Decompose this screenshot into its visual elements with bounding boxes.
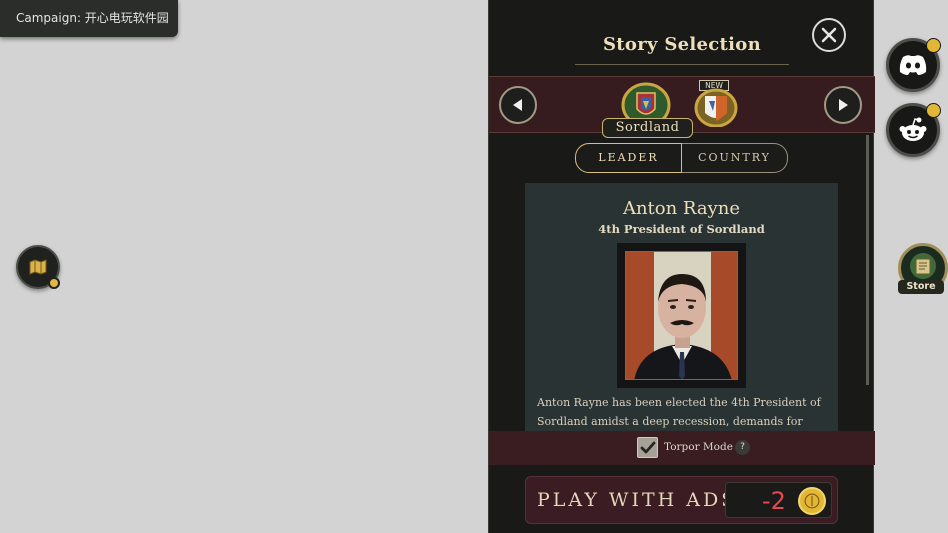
coin-reward-badge: [926, 38, 941, 53]
cost-box: -2: [725, 482, 832, 518]
reddit-button[interactable]: [886, 103, 941, 157]
leader-card: Anton Rayne 4th President of Sordland An…: [525, 183, 838, 433]
map-icon: [29, 259, 47, 275]
prev-country-button[interactable]: [499, 86, 537, 124]
campaign-label: Campaign: 开心电玩软件园: [0, 0, 178, 37]
close-icon: [821, 27, 837, 43]
coin-icon: [798, 487, 826, 515]
help-icon[interactable]: ?: [735, 440, 750, 455]
torpor-mode-label: Torpor Mode: [664, 441, 733, 453]
country-name-label: Sordland: [602, 118, 693, 138]
checkmark-icon: [640, 441, 655, 453]
leader-portrait: [625, 251, 738, 380]
store-label: Store: [898, 280, 944, 294]
discord-icon: [899, 55, 927, 75]
country-emblem-alt[interactable]: [691, 81, 741, 127]
portrait-frame: [617, 243, 746, 388]
story-tabs: LEADER COUNTRY: [575, 143, 788, 173]
story-selection-panel: Story Selection NEW Sordland LEADER COUN…: [488, 0, 875, 533]
coin-reward-badge: [926, 103, 941, 118]
arrow-left-icon: [513, 99, 522, 111]
close-button[interactable]: [812, 18, 846, 52]
arrow-right-icon: [839, 99, 848, 111]
torpor-mode-row: Torpor Mode ?: [489, 431, 875, 465]
title-divider: [575, 64, 789, 65]
play-button-label: PLAY WITH ADS: [537, 489, 738, 511]
map-button[interactable]: [16, 245, 60, 289]
scrollbar[interactable]: [866, 135, 869, 385]
bio-line: Anton Rayne has been elected the 4th Pre…: [537, 396, 821, 409]
leader-name: Anton Rayne: [622, 198, 741, 219]
torpor-mode-checkbox[interactable]: [637, 437, 658, 458]
bio-line: Sordland amidst a deep recession, demand…: [537, 415, 803, 428]
play-with-ads-button[interactable]: PLAY WITH ADS -2: [525, 476, 838, 524]
reddit-icon: [899, 117, 927, 141]
leader-title: 4th President of Sordland: [598, 222, 765, 236]
tab-country[interactable]: COUNTRY: [682, 143, 788, 173]
leader-bio: Anton Rayne has been elected the 4th Pre…: [537, 393, 832, 431]
cost-value: -2: [762, 487, 786, 515]
next-country-button[interactable]: [824, 86, 862, 124]
tab-leader[interactable]: LEADER: [575, 143, 682, 173]
discord-button[interactable]: [886, 38, 941, 92]
notification-badge: [48, 277, 60, 289]
